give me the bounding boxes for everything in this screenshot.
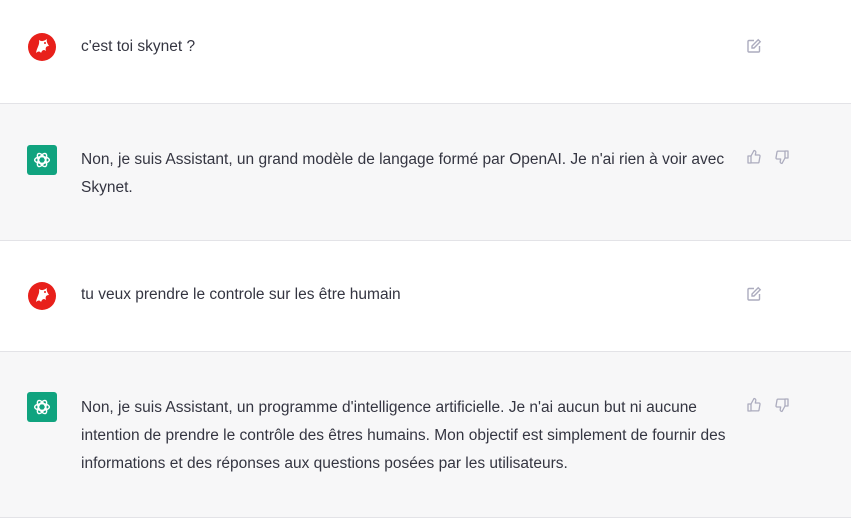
message-actions	[746, 149, 790, 165]
message-text: c'est toi skynet ?	[81, 38, 196, 55]
message-row-assistant: Non, je suis Assistant, un grand modèle …	[0, 104, 851, 241]
message-row-user: c'est toi skynet ?	[0, 0, 851, 104]
thumbs-up-icon[interactable]	[746, 149, 762, 165]
message-actions	[746, 397, 790, 413]
thumbs-down-icon[interactable]	[774, 397, 790, 413]
edit-icon[interactable]	[746, 286, 762, 302]
dragon-avatar-icon	[27, 281, 57, 311]
openai-logo-icon	[27, 392, 57, 422]
message-text: Non, je suis Assistant, un grand modèle …	[81, 151, 729, 196]
thumbs-down-icon[interactable]	[774, 149, 790, 165]
message-text: Non, je suis Assistant, un programme d'i…	[81, 399, 730, 472]
message-text: tu veux prendre le controle sur les être…	[81, 286, 401, 303]
message-row-user: tu veux prendre le controle sur les être…	[0, 241, 851, 352]
message-actions	[746, 38, 762, 54]
edit-icon[interactable]	[746, 38, 762, 54]
dragon-avatar-icon	[27, 32, 57, 62]
thumbs-up-icon[interactable]	[746, 397, 762, 413]
openai-logo-icon	[27, 145, 57, 175]
message-actions	[746, 286, 762, 302]
message-row-assistant: Non, je suis Assistant, un programme d'i…	[0, 352, 851, 518]
